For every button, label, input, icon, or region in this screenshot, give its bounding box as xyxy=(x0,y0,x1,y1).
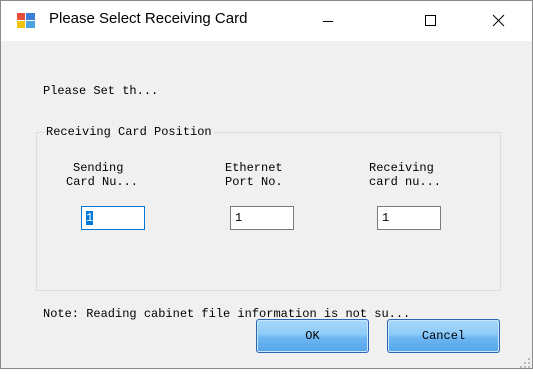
app-window-icon xyxy=(17,13,37,29)
receiving-card-label: Receiving card nu... xyxy=(369,161,441,189)
ethernet-port-value: 1 xyxy=(235,211,243,225)
sending-card-label-line1: Sending xyxy=(73,161,124,175)
group-title: Receiving Card Position xyxy=(44,125,214,139)
minimize-icon xyxy=(323,21,333,22)
receiving-card-value: 1 xyxy=(382,211,390,225)
receiving-card-label-line2: card nu... xyxy=(369,175,442,189)
dialog-window: Please Select Receiving Card Please Set … xyxy=(0,0,533,369)
prompt-text: Please Set th... xyxy=(43,84,159,98)
sending-card-input[interactable]: 1 xyxy=(81,206,145,230)
close-button[interactable] xyxy=(475,1,521,41)
receiving-card-label-line1: Receiving xyxy=(369,161,434,175)
ethernet-port-label: Ethernet Port No. xyxy=(225,161,283,189)
maximize-button[interactable] xyxy=(407,1,453,41)
cancel-button[interactable]: Cancel xyxy=(387,319,500,353)
minimize-button[interactable] xyxy=(305,1,351,41)
sending-card-label: Sending Card Nu... xyxy=(66,161,138,189)
sending-card-label-line2: Card Nu... xyxy=(66,175,139,189)
receiving-card-input[interactable]: 1 xyxy=(377,206,441,230)
ethernet-port-label-line1: Ethernet xyxy=(225,161,283,175)
maximize-icon xyxy=(425,15,436,26)
resize-grip-icon[interactable] xyxy=(519,356,531,368)
ok-button[interactable]: OK xyxy=(256,319,369,353)
ethernet-port-label-line2: Port No. xyxy=(225,175,283,189)
title-bar[interactable]: Please Select Receiving Card xyxy=(1,1,532,41)
window-title: Please Select Receiving Card xyxy=(49,10,248,27)
ethernet-port-input[interactable]: 1 xyxy=(230,206,294,230)
sending-card-value: 1 xyxy=(86,211,94,225)
close-icon xyxy=(492,14,505,27)
